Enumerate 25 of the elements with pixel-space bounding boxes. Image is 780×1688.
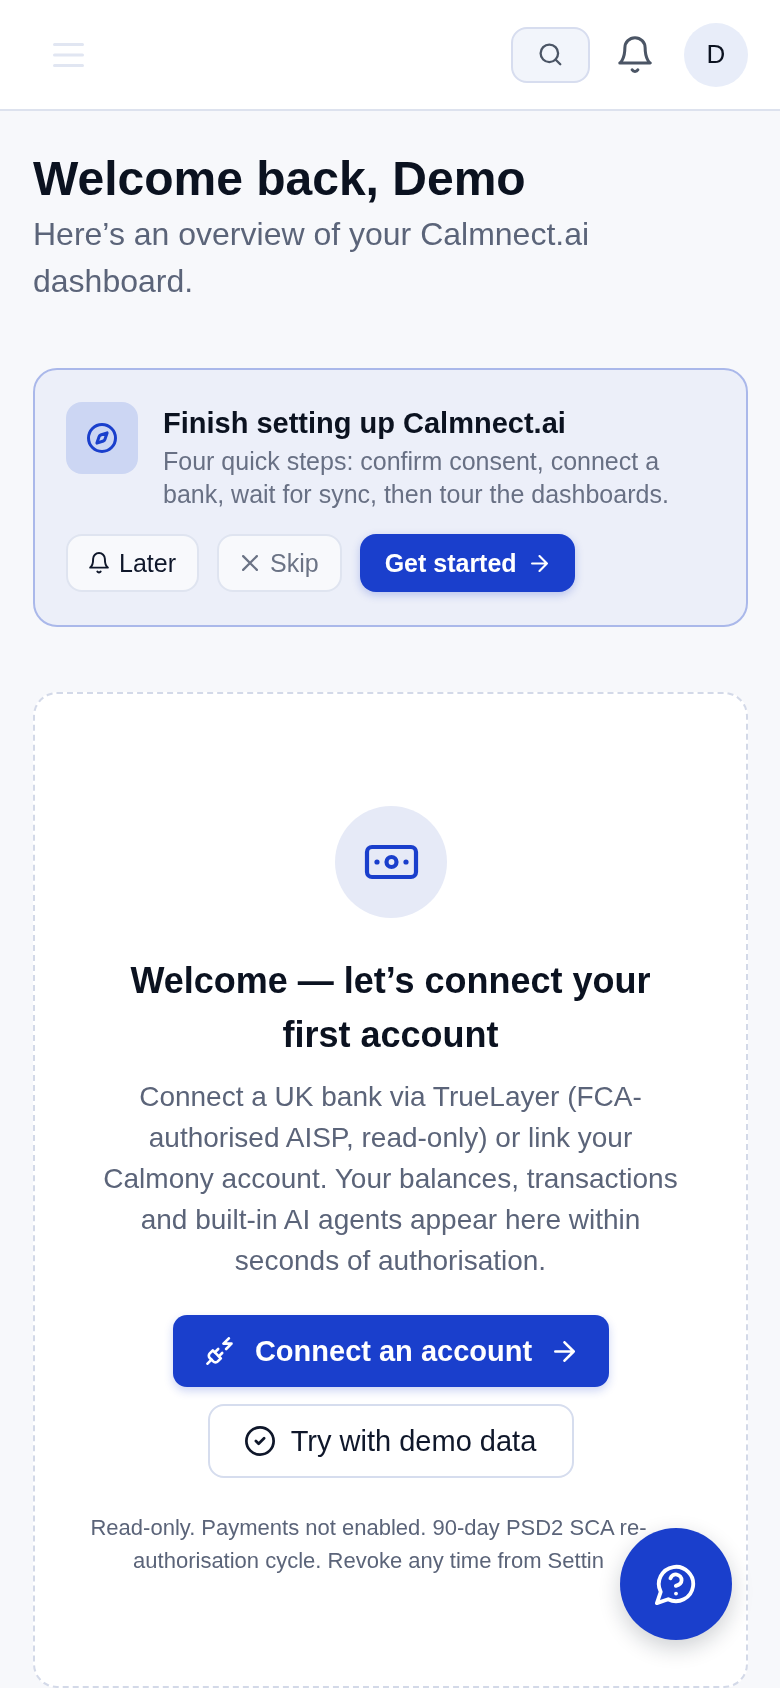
footnote-text: Read-only. Payments not enabled. 90-day PSD2 SCA re-authorisation cycle. Revoke any time from Settin bbox=[89, 1514, 648, 1575]
banknote-icon bbox=[334, 806, 447, 918]
compass-icon bbox=[66, 402, 138, 474]
page-title: Welcome back, Demo bbox=[33, 151, 526, 207]
connect-description: Connect a UK bank via TrueLayer (FCA-authorised AISP, read-only) or link your Calmony account. Your balances, transactions and built-in AI agents appear here within seconds of authorisation. bbox=[102, 1080, 679, 1278]
bell-icon[interactable] bbox=[618, 35, 652, 74]
arrow-right-icon bbox=[530, 554, 548, 572]
arrow-right-icon bbox=[554, 1340, 576, 1362]
connect-account-button[interactable]: Connect an account bbox=[172, 1315, 609, 1387]
page-subtitle: Here’s an overview of your Calmnect.ai dashboard. bbox=[33, 215, 591, 301]
connect-title: Welcome — let’s connect your first account bbox=[129, 959, 652, 1057]
demo-data-button[interactable]: Try with demo data bbox=[207, 1404, 574, 1478]
later-button[interactable]: Later bbox=[66, 534, 199, 592]
search-icon bbox=[539, 43, 562, 66]
avatar-button[interactable]: D bbox=[684, 22, 748, 87]
search-button[interactable] bbox=[511, 26, 590, 83]
setup-description: Four quick steps: confirm consent, connect a bank, wait for sync, then tour the dashboards. bbox=[163, 446, 670, 510]
bell-icon bbox=[89, 552, 109, 574]
get-started-button[interactable]: Get started bbox=[359, 534, 575, 592]
plug-icon bbox=[205, 1337, 233, 1365]
help-icon bbox=[655, 1563, 697, 1605]
skip-button[interactable]: Skip bbox=[217, 534, 342, 592]
check-circle-icon bbox=[244, 1426, 275, 1456]
setup-title: Finish setting up Calmnect.ai bbox=[163, 406, 566, 441]
close-icon bbox=[242, 555, 258, 571]
